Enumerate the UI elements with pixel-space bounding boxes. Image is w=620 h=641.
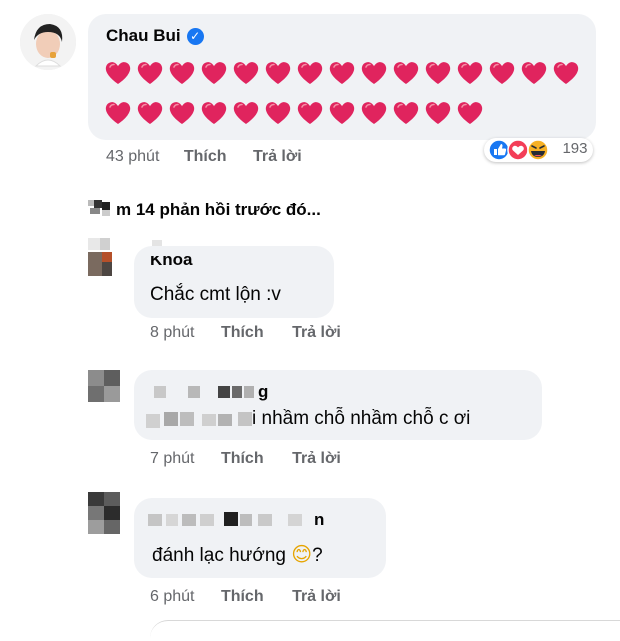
red-heart-emoji-icon xyxy=(328,99,356,127)
reply-bubble: Khoa Chắc cmt lộn :v xyxy=(134,246,334,318)
author-name[interactable]: Chau Bui xyxy=(106,26,181,45)
reply-text: Chắc cmt lộn :v xyxy=(150,284,281,305)
like-button[interactable]: Thích xyxy=(221,450,264,467)
reply-avatar[interactable] xyxy=(88,370,126,404)
red-heart-emoji-icon xyxy=(104,59,132,87)
reply-button[interactable]: Trả lời xyxy=(292,588,341,605)
red-heart-emoji-icon xyxy=(136,99,164,127)
reply-avatar[interactable] xyxy=(88,238,162,276)
heart-row-1 xyxy=(104,59,594,87)
reply-actions: 6 phút Thích Trả lời xyxy=(150,588,341,606)
red-heart-emoji-icon xyxy=(392,99,420,127)
smiling-face-emoji-icon: 😊 xyxy=(291,542,313,566)
red-heart-emoji-icon xyxy=(232,99,260,127)
reply-bubble: n đánh lạc hướng 😊? xyxy=(134,498,386,578)
reply-text-line: đánh lạc hướng 😊? xyxy=(152,542,323,567)
reply-input-partial[interactable] xyxy=(150,620,620,641)
reply-button[interactable]: Trả lời xyxy=(292,324,341,341)
red-heart-emoji-icon xyxy=(232,59,260,87)
reply-actions: 8 phút Thích Trả lời xyxy=(150,324,341,342)
red-heart-emoji-icon xyxy=(360,59,388,87)
reply-author-blurred[interactable]: g xyxy=(148,382,288,402)
reaction-summary[interactable]: 193 xyxy=(484,138,594,162)
red-heart-emoji-icon xyxy=(456,59,484,87)
more-replies-link[interactable]: m 14 phản hồi trước đó... xyxy=(88,198,321,220)
red-heart-emoji-icon xyxy=(296,59,324,87)
like-icon xyxy=(488,139,510,161)
red-heart-emoji-icon xyxy=(488,59,516,87)
author-avatar[interactable] xyxy=(20,14,76,70)
reply-button[interactable]: Trả lời xyxy=(253,148,302,165)
main-comment-actions: 43 phút Thích Trả lời xyxy=(106,148,302,166)
blurred-text xyxy=(146,410,262,430)
reply-actions: 7 phút Thích Trả lời xyxy=(150,450,341,468)
red-heart-emoji-icon xyxy=(168,59,196,87)
reply-text: đánh lạc hướng xyxy=(152,545,286,566)
red-heart-emoji-icon xyxy=(552,59,580,87)
reply-time[interactable]: 8 phút xyxy=(150,324,194,341)
haha-icon xyxy=(527,139,549,161)
red-heart-emoji-icon xyxy=(328,59,356,87)
red-heart-emoji-icon xyxy=(264,99,292,127)
comment-author[interactable]: Chau Bui ✓ xyxy=(106,26,204,46)
like-button[interactable]: Thích xyxy=(221,324,264,341)
main-comment-bubble: Chau Bui ✓ xyxy=(88,14,596,140)
like-button[interactable]: Thích xyxy=(221,588,264,605)
red-heart-emoji-icon xyxy=(520,59,548,87)
reply-button[interactable]: Trả lời xyxy=(292,450,341,467)
love-icon xyxy=(507,139,529,161)
heart-row-2 xyxy=(104,99,594,127)
reply-author-blurred[interactable]: n xyxy=(148,510,338,530)
red-heart-emoji-icon xyxy=(456,99,484,127)
verified-badge-icon: ✓ xyxy=(186,28,204,45)
red-heart-emoji-icon xyxy=(424,59,452,87)
like-button[interactable]: Thích xyxy=(184,148,227,165)
more-replies-avatar xyxy=(88,198,116,218)
reply-time[interactable]: 7 phút xyxy=(150,450,194,467)
reply-text: i nhầm chỗ nhầm chỗ c ơi xyxy=(252,408,471,429)
reply-author: g xyxy=(258,382,269,401)
red-heart-emoji-icon xyxy=(200,59,228,87)
red-heart-emoji-icon xyxy=(264,59,292,87)
red-heart-emoji-icon xyxy=(136,59,164,87)
red-heart-emoji-icon xyxy=(392,59,420,87)
reply-avatar[interactable] xyxy=(88,492,126,534)
reaction-count: 193 xyxy=(562,140,588,157)
reply-author: n xyxy=(314,510,325,529)
red-heart-emoji-icon xyxy=(168,99,196,127)
red-heart-emoji-icon xyxy=(104,99,132,127)
red-heart-emoji-icon xyxy=(200,99,228,127)
reply-bubble: g i nhầm chỗ nhầm chỗ c ơi xyxy=(134,370,542,440)
reply-time[interactable]: 6 phút xyxy=(150,588,194,605)
reply-author[interactable]: Khoa xyxy=(150,256,193,268)
red-heart-emoji-icon xyxy=(424,99,452,127)
red-heart-emoji-icon xyxy=(296,99,324,127)
comment-time[interactable]: 43 phút xyxy=(106,148,159,165)
red-heart-emoji-icon xyxy=(360,99,388,127)
reply-text-suffix: ? xyxy=(312,545,323,566)
